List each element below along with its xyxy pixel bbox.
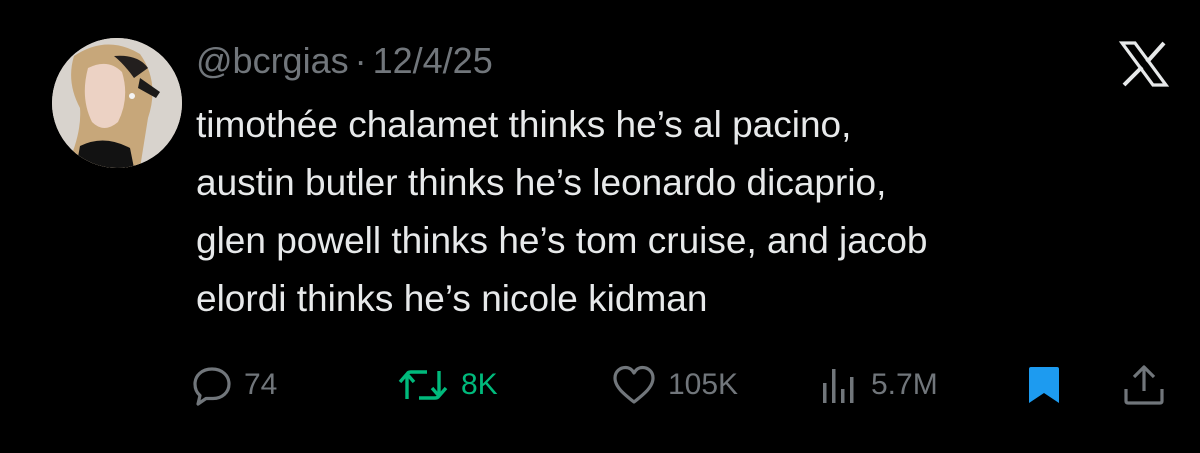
tweet-date[interactable]: 12/4/25 (373, 40, 493, 82)
tweet-header: @bcrgias · 12/4/25 (196, 36, 493, 86)
repost-button[interactable]: 8K (395, 355, 498, 415)
views-count: 5.7M (871, 368, 938, 401)
share-icon (1120, 363, 1168, 407)
views-button[interactable]: 5.7M (817, 355, 938, 415)
header-separator: · (354, 40, 367, 81)
author-handle[interactable]: @bcrgias (196, 40, 349, 82)
views-icon (817, 363, 861, 407)
bookmark-button[interactable] (1024, 355, 1064, 415)
tweet-text: timothée chalamet thinks he’s al pacino,… (196, 104, 928, 319)
tweet-card[interactable]: @bcrgias · 12/4/25 timothée chalamet thi… (0, 0, 1200, 453)
bookmark-icon (1024, 363, 1064, 407)
reply-button[interactable]: 74 (190, 355, 277, 415)
avatar[interactable] (52, 38, 182, 168)
action-bar: 74 8K 105K 5.7M (0, 355, 1200, 415)
share-button[interactable] (1120, 355, 1168, 415)
heart-icon (610, 363, 658, 407)
like-button[interactable]: 105K (610, 355, 738, 415)
repost-count: 8K (461, 368, 498, 401)
reply-count: 74 (244, 368, 278, 401)
repost-icon (395, 363, 451, 407)
like-count: 105K (668, 368, 739, 401)
reply-icon (190, 363, 234, 407)
x-logo-icon (1118, 40, 1170, 88)
